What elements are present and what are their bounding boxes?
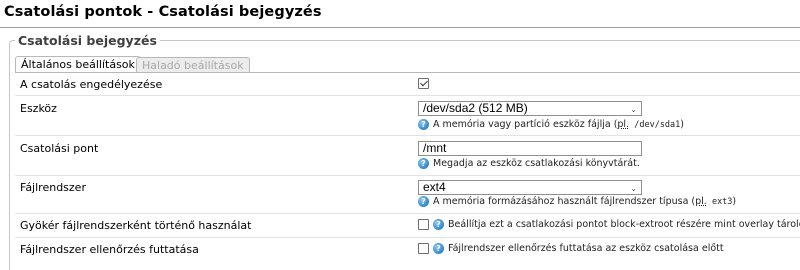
section-legend: Csatolási bejegyzés — [15, 33, 160, 48]
mountpoint-label: Csatolási pont — [20, 142, 99, 155]
rootfs-checkbox[interactable] — [418, 219, 429, 230]
enable-checkbox[interactable] — [418, 78, 429, 89]
help-circle-icon: ? — [433, 219, 444, 230]
form-row-rootfs: Gyökér fájlrendszerként történő használa… — [15, 213, 800, 237]
help-circle-icon: ? — [433, 243, 444, 254]
device-help: A memória vagy partíció eszköz fájlja (p… — [433, 119, 685, 130]
form-row-device: Eszköz /dev/sda2 (512 MB) ⌄ ? A memória … — [15, 95, 800, 135]
mountpoint-input-value: /mnt — [423, 141, 447, 155]
form-row-mountpoint: Csatolási pont /mnt ? Megadja az eszköz … — [15, 135, 800, 175]
enable-label: A csatolás engedélyezése — [20, 78, 163, 91]
form-row-fscheck: Fájlrendszer ellenőrzés futtatása ? Fájl… — [15, 237, 800, 262]
page-title: Csatolási pontok - Csatolási bejegyzés — [4, 4, 322, 20]
tab-advanced-settings[interactable]: Haladó beállítások — [136, 57, 250, 72]
form-row-filesystem: Fájlrendszer ext4 ⌄ ? A memória formázás… — [15, 175, 800, 213]
mountpoint-input[interactable]: /mnt — [418, 141, 642, 156]
filesystem-select[interactable]: ext4 ⌄ — [418, 180, 642, 195]
device-label: Eszköz — [20, 102, 57, 115]
filesystem-select-value: ext4 — [423, 180, 446, 194]
mountpoint-help: Megadja az eszköz csatlakozási könyvtárá… — [433, 158, 640, 169]
device-select[interactable]: /dev/sda2 (512 MB) ⌄ — [418, 101, 642, 116]
device-select-value: /dev/sda2 (512 MB) — [423, 101, 528, 115]
form-row-enable: A csatolás engedélyezése — [15, 73, 800, 95]
fscheck-label: Fájlrendszer ellenőrzés futtatása — [20, 243, 199, 256]
rootfs-label: Gyökér fájlrendszerként történő használa… — [20, 219, 252, 232]
help-circle-icon: ? — [418, 196, 429, 207]
filesystem-label: Fájlrendszer — [20, 181, 86, 194]
chevron-down-icon: ⌄ — [630, 105, 637, 114]
help-circle-icon: ? — [418, 158, 429, 169]
chevron-down-icon: ⌄ — [630, 184, 637, 193]
fscheck-help: Fájlrendszer ellenőrzés futtatása az esz… — [448, 243, 724, 254]
help-circle-icon: ? — [418, 119, 429, 130]
fscheck-checkbox[interactable] — [418, 243, 429, 254]
tab-general-settings[interactable]: Általános beállítások — [15, 56, 141, 73]
filesystem-help: A memória formázásához használt fájlrend… — [433, 196, 737, 207]
rootfs-help: Beállítja ezt a csatlakozási pontot bloc… — [448, 219, 800, 230]
title-divider — [0, 27, 800, 28]
